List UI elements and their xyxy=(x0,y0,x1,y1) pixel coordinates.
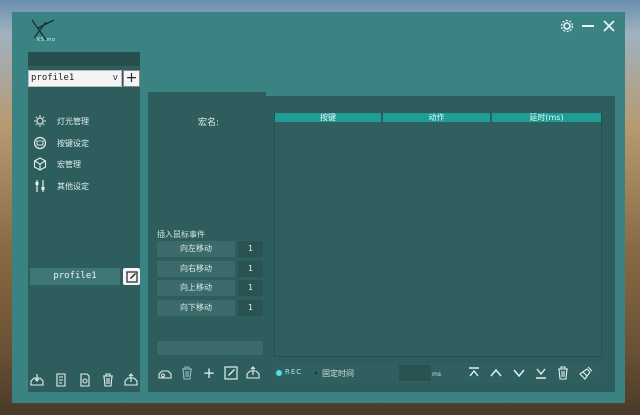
delete-profile-icon[interactable] xyxy=(101,373,115,387)
clear-events-icon[interactable] xyxy=(579,366,593,380)
table-header-action: 动作 xyxy=(383,113,490,122)
move-right-button[interactable]: 向右移动 xyxy=(157,261,235,277)
import-profile-icon[interactable] xyxy=(30,373,44,387)
chevron-down-icon: v xyxy=(112,73,118,83)
nav-item-lighting[interactable]: 灯光管理 xyxy=(30,112,138,130)
sidebar xyxy=(28,52,140,392)
nav-item-macro[interactable]: 宏管理 xyxy=(30,155,138,173)
fixed-time-label: 固定时间 xyxy=(322,369,354,378)
move-right-value[interactable]: 1 xyxy=(238,261,263,277)
minimize-icon[interactable] xyxy=(581,19,597,33)
fixed-time-radio[interactable] xyxy=(313,370,319,376)
profile-select[interactable]: profile1 v xyxy=(28,70,122,87)
nav-item-other[interactable]: 其他设定 xyxy=(30,177,138,195)
insert-mouse-event-label: 插入鼠标事件 xyxy=(157,230,205,239)
table-header-key: 按键 xyxy=(275,113,381,122)
move-left-button[interactable]: 向左移动 xyxy=(157,241,235,257)
table-header-delay: 延时(ms) xyxy=(492,113,601,122)
move-up-icon[interactable] xyxy=(489,366,503,380)
cube-icon xyxy=(33,157,47,171)
delete-event-icon[interactable] xyxy=(556,366,570,380)
lightbulb-icon xyxy=(33,114,47,128)
macro-events-table[interactable] xyxy=(274,113,602,357)
nav-item-label: 按键设定 xyxy=(57,138,89,148)
settings-icon[interactable] xyxy=(560,19,576,33)
move-down-button[interactable]: 向下移动 xyxy=(157,300,235,316)
macro-list[interactable] xyxy=(156,134,264,228)
import-macro-icon[interactable] xyxy=(158,366,172,380)
current-profile-label: profile1 xyxy=(30,268,120,285)
move-up-button[interactable]: 向上移动 xyxy=(157,280,235,296)
move-down-icon[interactable] xyxy=(512,366,526,380)
nav-item-label: 其他设定 xyxy=(57,181,89,191)
fixed-time-input[interactable] xyxy=(399,365,431,381)
profile-select-value: profile1 xyxy=(31,73,75,83)
nav-item-label: 灯光管理 xyxy=(57,116,89,126)
macro-name-label: 宏名: xyxy=(198,118,220,128)
move-up-value[interactable]: 1 xyxy=(238,280,263,296)
edit-profile-button[interactable] xyxy=(123,268,140,285)
nav-item-keys[interactable]: 按键设定 xyxy=(30,134,138,152)
move-left-value[interactable]: 1 xyxy=(238,241,263,257)
export-macro-icon[interactable] xyxy=(246,366,260,380)
ms-unit-label: ms xyxy=(432,371,441,378)
delete-macro-icon[interactable] xyxy=(180,366,194,380)
export-profile-icon[interactable] xyxy=(124,373,138,387)
add-macro-button[interactable]: + xyxy=(202,366,216,381)
logo-text: KS.mo xyxy=(37,37,56,43)
nav-item-label: 宏管理 xyxy=(57,159,81,169)
macro-name-input[interactable] xyxy=(157,341,263,355)
refresh-file-icon[interactable] xyxy=(78,373,92,387)
close-icon[interactable] xyxy=(602,19,618,33)
sliders-icon xyxy=(33,179,47,193)
keyboard-icon xyxy=(33,136,47,150)
rec-radio[interactable] xyxy=(276,370,282,376)
move-down-value[interactable]: 1 xyxy=(238,300,263,316)
move-to-top-icon[interactable] xyxy=(467,366,481,380)
edit-macro-icon[interactable] xyxy=(224,366,238,380)
rec-label: REC xyxy=(285,368,303,376)
document-icon[interactable] xyxy=(54,373,68,387)
add-profile-button[interactable]: + xyxy=(123,70,140,87)
move-to-bottom-icon[interactable] xyxy=(534,366,548,380)
sidebar-header xyxy=(28,52,140,66)
